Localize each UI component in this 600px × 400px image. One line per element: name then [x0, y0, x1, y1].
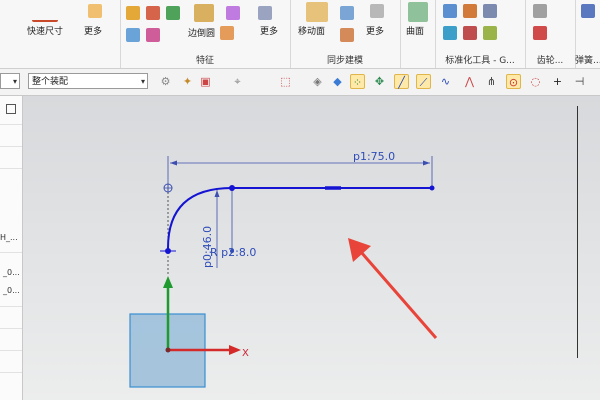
gear-icon[interactable]: [533, 4, 547, 18]
ribbon-group-surface: 曲面: [400, 0, 436, 68]
dimension-radius-label[interactable]: R p2:8.0: [210, 246, 256, 259]
quick-dimension-button[interactable]: 快速尺寸: [27, 24, 63, 37]
quadrant-icon[interactable]: ◌: [528, 74, 543, 89]
assembly-scope-value: 整个装配: [32, 77, 69, 87]
panel-divider: [0, 372, 22, 373]
tool-icon-2[interactable]: [463, 4, 477, 18]
endpoint-icon[interactable]: ⊣: [572, 74, 587, 89]
panel-divider: [0, 168, 22, 169]
view-fit-icon[interactable]: ◈: [310, 74, 325, 89]
tool-icon-5[interactable]: [463, 26, 477, 40]
ribbon-group-gear: 齿轮...: [525, 0, 576, 68]
annotation-arrow-shaft: [359, 251, 438, 339]
x-axis-label: X: [242, 348, 249, 359]
pull-face-icon[interactable]: [340, 6, 354, 20]
gear-group-label: 齿轮...: [536, 56, 564, 66]
intersection-icon[interactable]: ⋔: [484, 74, 499, 89]
rectangle-select-icon[interactable]: ⬚: [278, 74, 293, 89]
revolve-icon[interactable]: [146, 6, 160, 20]
viewport-border-line: [577, 106, 578, 358]
endpoint[interactable]: [429, 185, 435, 191]
y-axis-arrow-icon: [163, 276, 173, 288]
more-button-3[interactable]: 更多: [366, 24, 384, 37]
spline-icon[interactable]: ∿: [438, 74, 453, 89]
line-snap-icon[interactable]: ╱: [394, 74, 409, 89]
more-icon[interactable]: [88, 4, 102, 18]
dim-arrow-icon: [214, 190, 220, 197]
snap-icon[interactable]: ⌖: [230, 74, 245, 89]
panel-divider: [0, 146, 22, 147]
dim-arrow-icon: [170, 160, 177, 166]
panel-divider: [0, 328, 22, 329]
profile-icon[interactable]: ⋀: [462, 74, 477, 89]
edge-round-icon[interactable]: [220, 26, 234, 40]
pattern-icon[interactable]: [146, 28, 160, 42]
assembly-scope-dropdown[interactable]: 整个装配 ▾: [28, 73, 148, 89]
panel-divider: [0, 252, 22, 253]
filter-settings-icon[interactable]: ⚙: [158, 74, 173, 89]
feature-group-label: 特征: [195, 56, 214, 66]
box-select-icon[interactable]: ▣: [198, 74, 213, 89]
chevron-down-icon: ▾: [12, 77, 17, 86]
tool-icon-4[interactable]: [443, 26, 457, 40]
chamfer-icon[interactable]: [226, 6, 240, 20]
ribbon-group-spring: 弹簧...: [575, 0, 600, 68]
panel-divider: [0, 350, 22, 351]
ribbon-group-std-tools: 标准化工具 - G...: [435, 0, 526, 68]
ribbon: 快速尺寸 更多 边倒圆 更多 特征 移动面 更多 同步建模 曲面 标准化工具 -…: [0, 0, 600, 69]
move-face-icon[interactable]: [306, 2, 328, 22]
ribbon-group-sketch: 快速尺寸 更多: [0, 0, 121, 68]
surface-button[interactable]: 曲面: [406, 24, 424, 37]
graphics-viewport[interactable]: X p1:75.0 p0:46.0 R p2:8.0: [23, 96, 600, 400]
panel-divider: [0, 124, 22, 125]
cross-icon[interactable]: +: [550, 74, 565, 89]
dimension-p1-label[interactable]: p1:75.0: [353, 150, 395, 163]
filter-dropdown[interactable]: ▾: [0, 73, 20, 89]
sketch-canvas[interactable]: X p1:75.0 p0:46.0 R p2:8.0: [23, 96, 600, 400]
std-tools-group-label: 标准化工具 - G...: [445, 56, 515, 66]
snap-point-icon[interactable]: ⁘: [350, 74, 365, 89]
more-icon-2[interactable]: [258, 6, 272, 20]
tool-icon-1[interactable]: [443, 4, 457, 18]
panel-divider: [0, 306, 22, 307]
tangent-point[interactable]: [229, 185, 235, 191]
selection-toolbar: ▾ 整个装配 ▾ ⚙ ✦ ▣ ⌖ ⬚ ◈ ◆ ⁘ ✥ ╱ ⟋ ∿ ⋀ ⋔ ⊙ ◌ …: [0, 69, 600, 96]
offset-face-icon[interactable]: [340, 28, 354, 42]
spring-icon[interactable]: [581, 4, 595, 18]
sync-group-label: 同步建模: [326, 56, 363, 66]
part-navigator-panel: H_... _0... _0...: [0, 96, 23, 400]
quick-dimension-icon[interactable]: [32, 6, 58, 22]
select-type-icon[interactable]: ✦: [180, 74, 195, 89]
gear-icon-2[interactable]: [533, 26, 547, 40]
edge-round-button[interactable]: 边倒圆: [188, 26, 215, 39]
move-face-button[interactable]: 移动面: [298, 24, 325, 37]
tool-icon-3[interactable]: [483, 4, 497, 18]
curve-snap-icon[interactable]: ⟋: [416, 74, 431, 89]
more-button-1[interactable]: 更多: [84, 24, 102, 37]
origin-point[interactable]: [165, 347, 171, 353]
solid-icon[interactable]: ◆: [330, 74, 345, 89]
panel-square-icon[interactable]: [6, 104, 16, 114]
more-button-2[interactable]: 更多: [260, 24, 278, 37]
surface-icon[interactable]: [408, 2, 428, 22]
tool-icon-6[interactable]: [483, 26, 497, 40]
x-axis-arrow-icon: [229, 345, 241, 355]
navigator-item-1[interactable]: H_...: [0, 233, 18, 242]
navigator-item-3[interactable]: _0...: [3, 286, 20, 295]
ribbon-group-sync: 移动面 更多 同步建模: [290, 0, 401, 68]
hole-icon[interactable]: [166, 6, 180, 20]
spring-group-label: 弹簧...: [575, 56, 600, 66]
ribbon-group-feature: 边倒圆 更多 特征: [120, 0, 291, 68]
more-icon-3[interactable]: [370, 4, 384, 18]
center-point-icon[interactable]: ⊙: [506, 74, 521, 89]
navigator-item-2[interactable]: _0...: [3, 268, 20, 277]
shell-icon[interactable]: [126, 28, 140, 42]
move-icon[interactable]: ✥: [372, 74, 387, 89]
block-icon[interactable]: [194, 4, 214, 22]
chevron-down-icon: ▾: [140, 77, 145, 86]
dim-arrow-icon: [423, 160, 430, 166]
extrude-icon[interactable]: [126, 6, 140, 20]
